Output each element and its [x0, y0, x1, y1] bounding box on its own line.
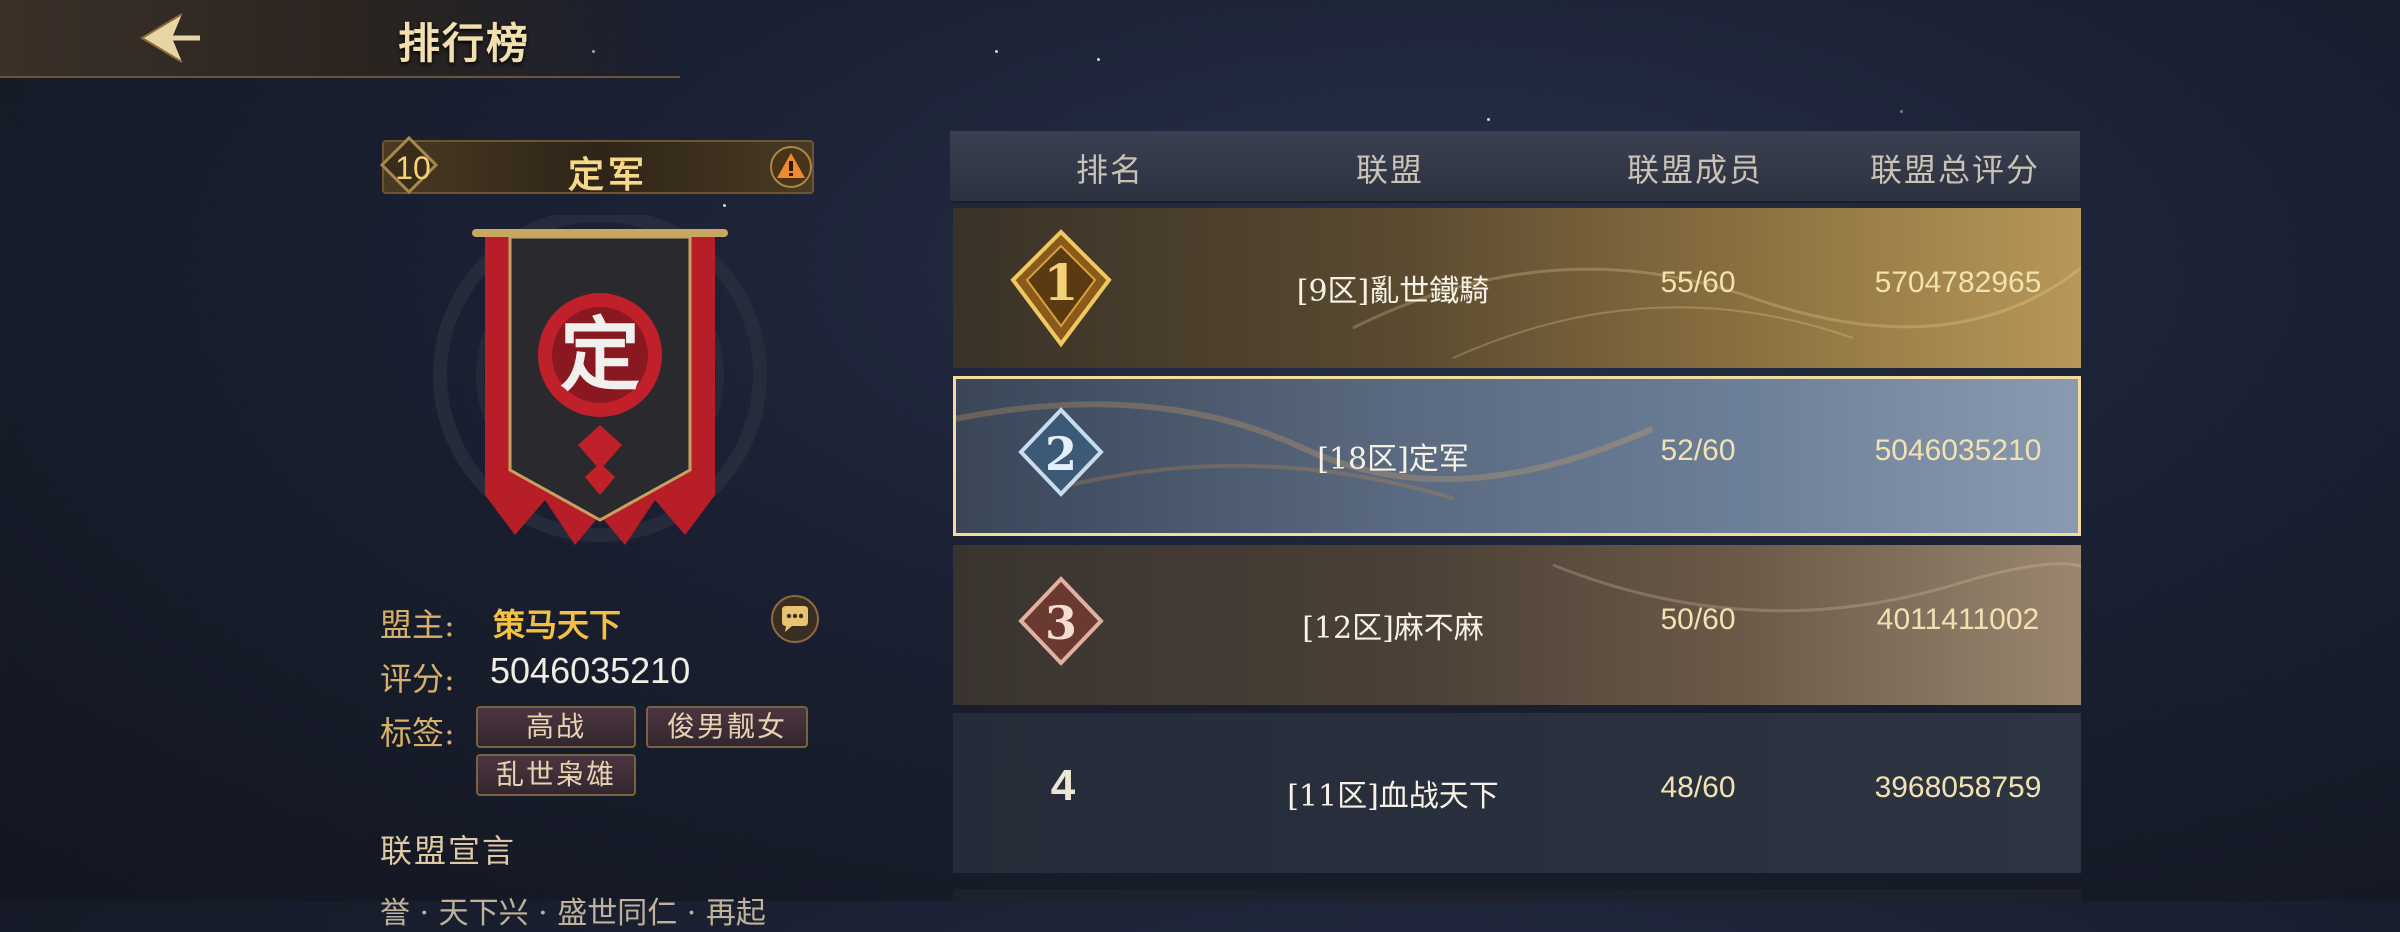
alliance-name-cell: [12区]麻不麻: [1302, 611, 1484, 646]
ranking-row-selected[interactable]: 2 [18区]定军 52/60 5046035210: [953, 376, 2081, 536]
rank-3-badge-icon: 3: [1018, 576, 1104, 666]
tag-chip: 高战: [476, 706, 636, 748]
page-title: 排行榜: [398, 19, 531, 68]
total-score-cell: 5046035210: [1874, 434, 2042, 467]
ranking-row[interactable]: 1 [9区]亂世鐵騎 55/60 5704782965: [953, 208, 2081, 368]
table-bottom-edge: [953, 889, 2081, 901]
alliance-name-cell: [11区]血战天下: [1287, 779, 1499, 814]
svg-text:2: 2: [1045, 427, 1077, 481]
svg-text:1: 1: [1044, 253, 1079, 312]
tags-row: 标签:: [380, 708, 455, 754]
members-cell: 50/60: [1660, 603, 1736, 636]
declaration-text: 誉 · 天下兴 · 盛世同仁 · 再起: [380, 896, 766, 931]
declaration-title: 联盟宣言: [380, 832, 517, 870]
banner-emblem-icon: 定: [433, 208, 767, 545]
svg-text:3: 3: [1045, 596, 1077, 650]
alliance-rank-bar: 10 定军: [380, 136, 814, 196]
members-cell: 52/60: [1660, 434, 1736, 467]
total-score-cell: 5704782965: [1874, 266, 2042, 299]
alliance-banner: 定: [350, 208, 850, 555]
alliance-rank-number: 10: [395, 150, 431, 186]
chat-bubble-icon: [771, 595, 819, 643]
ranking-row[interactable]: 3 [12区]麻不麻 50/60 4011411002: [953, 545, 2081, 705]
ranking-table-header: 排名 联盟 联盟成员 联盟总评分: [950, 131, 2080, 203]
top-header-bar: 排行榜: [0, 0, 680, 78]
rank-2-badge-icon: 2: [1018, 407, 1104, 497]
members-cell: 48/60: [1660, 771, 1736, 804]
tag-chip: 乱世枭雄: [476, 754, 636, 796]
alliance-name-cell: [9区]亂世鐵騎: [1296, 274, 1490, 309]
alliance-name-cell: [18区]定军: [1317, 442, 1469, 477]
warning-icon: [770, 146, 812, 188]
back-arrow-icon: [140, 13, 200, 63]
tag-chip: 俊男靓女: [646, 706, 808, 748]
rank-1-badge-icon: 1: [1010, 229, 1112, 348]
score-row: 评分: 5046035210: [380, 650, 690, 700]
back-button[interactable]: [130, 8, 210, 68]
col-header-alliance: 联盟: [1355, 151, 1424, 189]
score-label: 评分:: [380, 660, 455, 698]
tags-label: 标签:: [380, 714, 455, 752]
report-button[interactable]: [768, 144, 814, 190]
total-score-cell: 4011411002: [1876, 603, 2040, 636]
ranking-row[interactable]: 4 [11区]血战天下 48/60 3968058759: [953, 713, 2081, 873]
leader-name[interactable]: 策马天下: [493, 600, 621, 646]
alliance-name: 定军: [567, 154, 648, 196]
members-cell: 55/60: [1660, 266, 1736, 299]
total-score-cell: 3968058759: [1874, 771, 2042, 804]
leader-row: 盟主: 策马天下: [380, 600, 621, 646]
alliance-score: 5046035210: [490, 650, 691, 691]
col-header-members: 联盟成员: [1626, 151, 1763, 189]
col-header-total-score: 联盟总评分: [1869, 151, 2040, 189]
chat-button[interactable]: [770, 594, 820, 644]
banner-emblem-char: 定: [560, 308, 640, 402]
leader-label: 盟主:: [380, 606, 455, 644]
rank-number: 4: [1050, 761, 1076, 810]
col-header-rank: 排名: [1075, 151, 1144, 189]
